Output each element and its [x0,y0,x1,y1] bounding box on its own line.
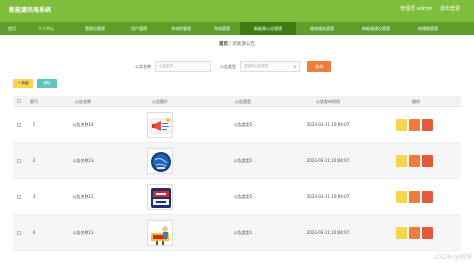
table-header: 索引 公告名称 公告图片 公告类型 公告发布时间 操作 [13,96,461,107]
select-all-checkbox[interactable] [17,99,21,103]
row-type: 公告类型2 [233,158,253,163]
globe-thumbnail [147,148,173,174]
breadcrumb-home[interactable]: 首页 [219,42,228,47]
nav-item-carousel[interactable]: 轮播图管理 [408,22,448,35]
row-delete-button[interactable] [422,155,433,167]
breadcrumb-separator: / [229,42,232,47]
table-row: 4 公告名称11 公告类型1 2023-03-11 10:04:07 [13,215,461,251]
table-row: 3 公告名称12 公告类型2 2023-03-11 10:04:07 [13,179,461,215]
name-search-input[interactable]: 公告名称 [155,61,211,72]
row-checkbox[interactable] [17,231,21,235]
view-button[interactable] [396,191,407,203]
row-actions [396,227,436,239]
row-index: 4 [32,230,36,235]
row-name: 公告名称11 [72,230,94,235]
megaphone-thumbnail [147,112,173,138]
row-actions [396,191,436,203]
nav-item-users[interactable]: 用户管理 [120,22,158,35]
type-select-placeholder: 请选择公告类型 [244,64,269,68]
nav-item-home[interactable]: 首页 [0,22,24,35]
row-index: 1 [32,122,36,127]
view-button[interactable] [396,227,407,239]
top-header: 新能源充电系统 管理员 admin 退出登录 [0,0,474,22]
announcement-table: 索引 公告名称 公告图片 公告类型 公告发布时间 操作 1 公告名称14 公告类… [13,96,461,251]
add-button[interactable]: + 新增 [13,79,33,88]
current-user: 管理员 admin [400,6,433,12]
row-name: 公告名称12 [72,194,94,199]
view-button[interactable] [396,155,407,167]
row-index: 2 [32,158,36,163]
row-time: 2023-03-11 10:04:07 [306,194,350,199]
col-type: 公告类型 [235,99,251,104]
user-area: 管理员 admin 退出登录 [394,5,460,12]
row-checkbox[interactable] [17,159,21,163]
main-nav: 首页 个人中心 管理员管理 用户管理 充电桩管理 充电管理 新能源公告管理 维修… [0,22,474,35]
row-delete-button[interactable] [422,191,433,203]
breadcrumb: 首页 / 新能源公告 [0,41,474,47]
col-name: 公告名称 [75,99,91,104]
col-image: 公告图片 [152,99,168,104]
nav-item-admins[interactable]: 管理员管理 [72,22,118,35]
search-button[interactable]: 查询 [307,61,331,72]
edit-button[interactable] [409,227,420,239]
nav-item-chargers[interactable]: 充电桩管理 [160,22,202,35]
nav-item-profile[interactable]: 个人中心 [28,22,64,35]
row-time: 2023-03-11 10:04:07 [306,122,350,127]
type-search-label: 公告类型 [220,64,236,69]
row-index: 3 [32,194,36,199]
app-title: 新能源充电系统 [9,7,52,14]
nav-item-announcements[interactable]: 新能源公告管理 [240,22,296,35]
delete-button[interactable]: 删除 [37,79,57,88]
row-delete-button[interactable] [422,119,433,131]
col-index: 索引 [30,99,38,104]
row-type: 公告类型2 [233,122,253,127]
news-logo-thumbnail [147,184,173,210]
chevron-down-icon: ▾ [293,64,296,69]
view-button[interactable] [396,119,407,131]
edit-button[interactable] [409,119,420,131]
type-select[interactable]: 请选择公告类型 ▾ [240,61,300,72]
row-type: 公告类型2 [233,194,253,199]
breadcrumb-current: 新能源公告 [232,42,255,47]
nav-item-repairs[interactable]: 维修服务管理 [298,22,346,35]
row-name: 公告名称14 [72,122,94,127]
row-checkbox[interactable] [17,195,21,199]
name-search-label: 公告名称 [135,64,151,69]
row-time: 2023-03-11 10:04:07 [306,158,350,163]
table-row: 1 公告名称14 公告类型2 2023-03-11 10:04:07 [13,107,461,143]
logout-link[interactable]: 退出登录 [440,6,460,12]
row-actions [396,119,436,131]
row-checkbox[interactable] [17,123,21,127]
nav-item-charging[interactable]: 充电管理 [204,22,240,35]
watermark: CSDN @程序 [434,254,472,261]
row-time: 2023-03-11 10:04:07 [306,230,350,235]
edit-button[interactable] [409,155,420,167]
search-bar: 公告名称 公告名称 公告类型 请选择公告类型 ▾ 查询 [0,61,474,73]
row-name: 公告名称13 [72,158,94,163]
edit-button[interactable] [409,191,420,203]
col-actions: 操作 [412,99,420,104]
col-time: 公告发布时间 [316,99,340,104]
nav-item-suggestions[interactable]: 新能源建议管理 [348,22,404,35]
table-row: 2 公告名称13 公告类型2 2023-03-11 10:04:07 [13,143,461,179]
row-type: 公告类型1 [233,230,253,235]
row-delete-button[interactable] [422,227,433,239]
row-actions [396,155,436,167]
news-figure-thumbnail [147,220,173,246]
